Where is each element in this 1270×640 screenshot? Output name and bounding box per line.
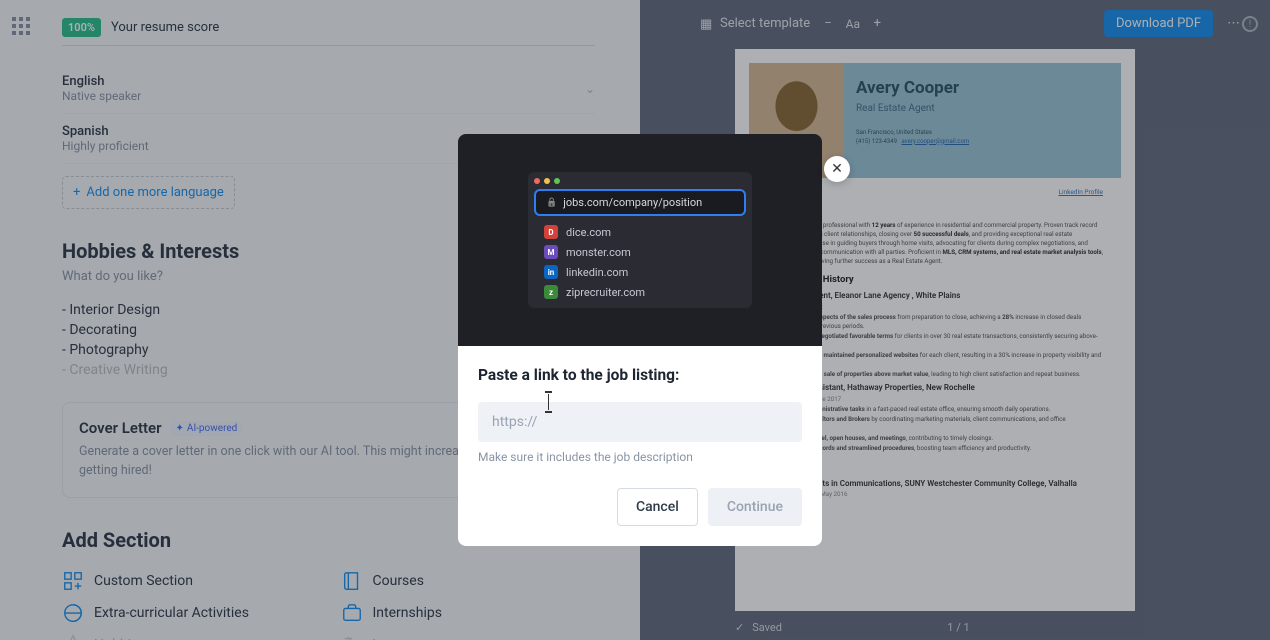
mock-url-text: jobs.com/company/position	[563, 196, 702, 209]
suggestion-row: inlinkedin.com	[540, 262, 740, 282]
mock-url-bar: jobs.com/company/position	[534, 189, 746, 216]
browser-traffic-lights	[534, 178, 746, 184]
suggestion-row: Mmonster.com	[540, 242, 740, 262]
cancel-button[interactable]: Cancel	[617, 488, 698, 526]
dice-favicon: D	[544, 225, 558, 239]
modal-title: Paste a link to the job listing:	[478, 366, 802, 384]
suggestion-row: zziprecruiter.com	[540, 282, 740, 302]
modal-hero: jobs.com/company/position Ddice.com Mmon…	[458, 134, 822, 346]
job-link-modal: ✕ jobs.com/company/position Ddice.com Mm…	[458, 134, 822, 546]
linkedin-favicon: in	[544, 265, 558, 279]
modal-hint: Make sure it includes the job descriptio…	[478, 450, 802, 464]
monster-favicon: M	[544, 245, 558, 259]
lock-icon	[546, 198, 557, 208]
close-button[interactable]: ✕	[824, 156, 850, 182]
continue-button[interactable]: Continue	[708, 488, 802, 526]
text-cursor-icon	[548, 394, 549, 410]
ziprecruiter-favicon: z	[544, 285, 558, 299]
suggestion-row: Ddice.com	[540, 222, 740, 242]
job-url-input[interactable]	[478, 402, 802, 442]
